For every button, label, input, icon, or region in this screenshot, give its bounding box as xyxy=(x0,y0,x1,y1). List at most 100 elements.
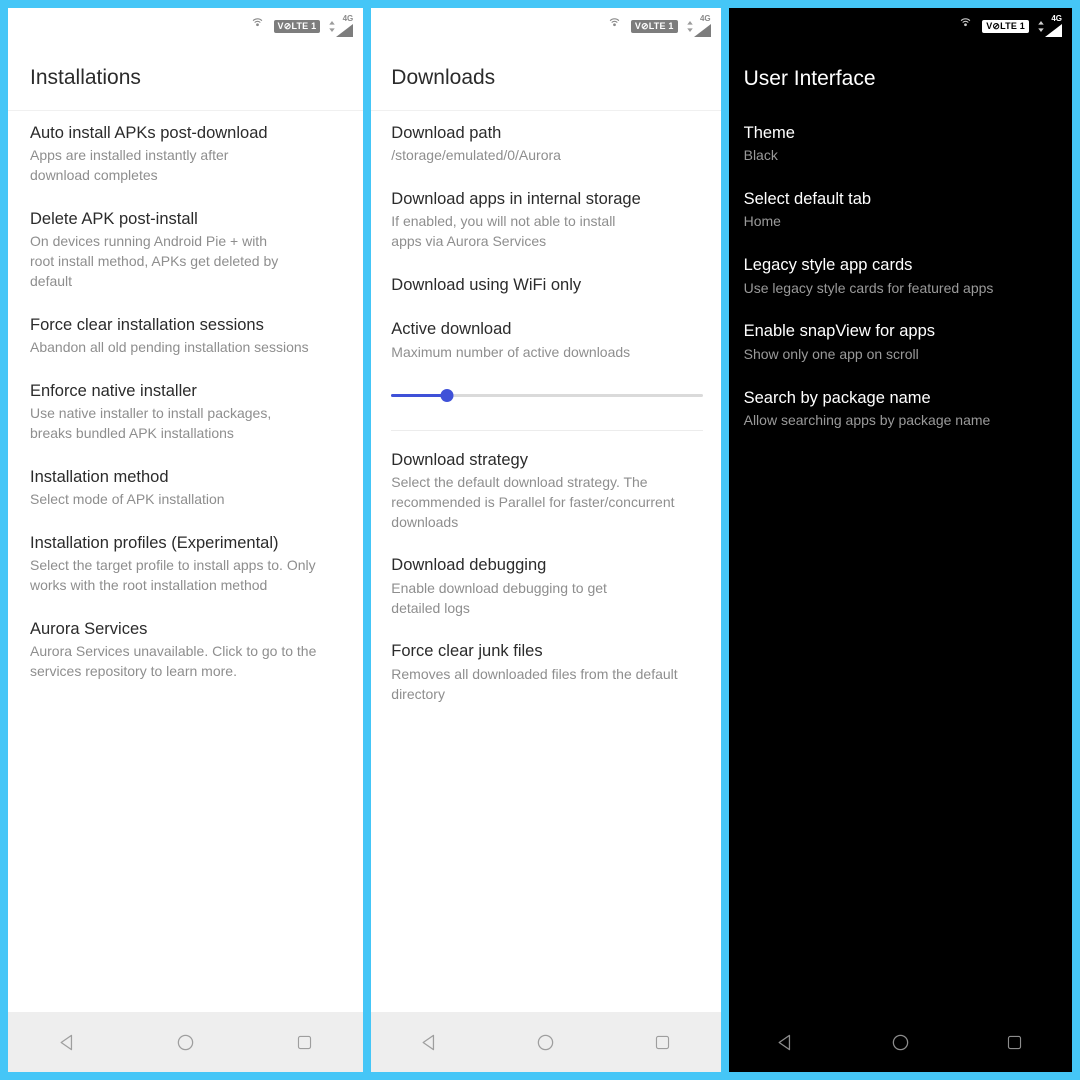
page-title-user-interface: User Interface xyxy=(743,67,876,90)
navigation-bar-user-interface xyxy=(728,1012,1072,1072)
slider-thumb[interactable] xyxy=(440,388,454,402)
list-item-title: Theme xyxy=(743,124,795,142)
signal-bars-icon xyxy=(1044,24,1062,37)
list-item-title: Search by package name xyxy=(743,388,931,407)
list-item-title: Aurora Services xyxy=(30,620,148,639)
cast-icon xyxy=(607,16,622,36)
list-item-subtitle: Show only one app on scroll xyxy=(743,345,919,362)
list-item-title: Download debugging xyxy=(391,556,547,575)
settings-list-user-interface: Theme Black Select default tab Home Lega… xyxy=(729,111,1072,1012)
slider-fill xyxy=(391,393,448,397)
list-item-title: Legacy style app cards xyxy=(743,256,913,275)
list-item-subtitle: Enable download debugging to get detaile… xyxy=(391,579,607,616)
list-item[interactable]: Download strategy Select the default dow… xyxy=(391,449,720,533)
list-item-subtitle: Maximum number of active downloads xyxy=(391,343,631,360)
list-item[interactable]: Legacy style app cards Use legacy style … xyxy=(744,254,1072,298)
settings-list-installations: Auto install APKs post-download Apps are… xyxy=(8,111,363,1012)
recents-icon[interactable] xyxy=(274,1012,334,1072)
volte-badge: V⊘LTE 1 xyxy=(273,19,321,33)
phone-panel-installations: V⊘LTE 1 4G Installations Auto install AP… xyxy=(8,0,364,1080)
volte-badge: V⊘LTE 1 xyxy=(982,19,1029,33)
list-item[interactable]: Aurora Services Aurora Services unavaila… xyxy=(30,618,363,682)
home-icon[interactable] xyxy=(156,1012,216,1072)
list-item-title: Download apps in internal storage xyxy=(391,190,641,209)
signal-indicator: 4G xyxy=(1038,15,1062,37)
list-item[interactable]: Download debugging Enable download debug… xyxy=(391,554,720,618)
list-item-subtitle: Select the default download strategy. Th… xyxy=(391,473,675,530)
list-item-title: Download using WiFi only xyxy=(391,276,582,295)
list-item[interactable]: Delete APK post-install On devices runni… xyxy=(30,208,363,292)
list-item-title: Select default tab xyxy=(743,190,872,209)
list-item-title: Installation method xyxy=(30,468,169,487)
list-item-title: Auto install APKs post-download xyxy=(30,124,268,142)
active-download-slider-row xyxy=(391,373,720,404)
list-item-title: Download strategy xyxy=(391,450,528,469)
list-item[interactable]: Download using WiFi only xyxy=(391,274,720,296)
list-item-title: Installation profiles (Experimental) xyxy=(30,534,279,553)
list-item-subtitle: If enabled, you will not able to install… xyxy=(391,213,616,250)
list-item-subtitle: Select mode of APK installation xyxy=(30,491,225,508)
list-item-title: Enable snapView for apps xyxy=(743,322,936,341)
back-icon[interactable] xyxy=(756,1012,816,1072)
list-item[interactable]: Force clear junk files Removes all downl… xyxy=(391,640,720,704)
phone-panel-user-interface: V⊘LTE 1 4G User Interface Theme Black Se… xyxy=(728,0,1080,1080)
list-item[interactable]: Installation method Select mode of APK i… xyxy=(30,466,363,510)
navigation-bar-downloads xyxy=(371,1012,721,1072)
list-item-subtitle: Select the target profile to install app… xyxy=(30,557,316,594)
list-item-subtitle: /storage/emulated/0/Aurora xyxy=(391,147,561,164)
status-bar-installations: V⊘LTE 1 4G xyxy=(8,8,364,44)
home-icon[interactable] xyxy=(516,1012,576,1072)
list-item[interactable]: Enforce native installer Use native inst… xyxy=(30,380,363,444)
phone-panel-downloads: V⊘LTE 1 4G Downloads Download path /stor… xyxy=(371,0,721,1080)
list-item-subtitle: Aurora Services unavailable. Click to go… xyxy=(30,643,317,680)
list-item-title: Force clear installation sessions xyxy=(30,315,264,334)
recents-icon[interactable] xyxy=(632,1012,692,1072)
home-icon[interactable] xyxy=(870,1012,930,1072)
back-icon[interactable] xyxy=(37,1012,97,1072)
list-item[interactable]: Theme Black xyxy=(744,122,1072,166)
data-transfer-arrows-icon xyxy=(686,20,693,32)
list-item[interactable]: Search by package name Allow searching a… xyxy=(744,387,1072,431)
list-item-title: Enforce native installer xyxy=(30,382,197,401)
list-item-title: Active download xyxy=(391,320,512,339)
recents-icon[interactable] xyxy=(985,1012,1045,1072)
list-item-title: Force clear junk files xyxy=(391,642,543,661)
screenshot-collage: V⊘LTE 1 4G Installations Auto install AP… xyxy=(0,0,1080,1080)
list-item-subtitle: Removes all downloaded files from the de… xyxy=(391,665,678,702)
list-item-subtitle: Allow searching apps by package name xyxy=(743,411,991,428)
network-generation-label: 4G xyxy=(699,14,711,23)
list-item[interactable]: Select default tab Home xyxy=(744,188,1072,232)
list-item-subtitle: On devices running Android Pie + with ro… xyxy=(30,233,279,290)
list-item-title: Delete APK post-install xyxy=(30,210,198,229)
settings-list-downloads: Download path /storage/emulated/0/Aurora… xyxy=(371,111,720,1012)
list-item[interactable]: Active download Maximum number of active… xyxy=(391,318,720,362)
page-title-installations: Installations xyxy=(8,44,364,111)
list-item-subtitle: Abandon all old pending installation ses… xyxy=(30,339,309,356)
list-item-subtitle: Use native installer to install packages… xyxy=(30,405,272,442)
cast-icon xyxy=(250,16,265,36)
list-item[interactable]: Installation profiles (Experimental) Sel… xyxy=(30,532,363,596)
list-item[interactable]: Download apps in internal storage If ena… xyxy=(391,188,720,252)
page-title-downloads: Downloads xyxy=(371,44,721,111)
network-generation-label: 4G xyxy=(342,14,354,23)
navigation-bar-installations xyxy=(8,1012,364,1072)
panel-divider xyxy=(720,0,729,1080)
list-item[interactable]: Download path /storage/emulated/0/Aurora xyxy=(391,122,720,166)
signal-indicator: 4G xyxy=(686,14,711,37)
status-bar-downloads: V⊘LTE 1 4G xyxy=(371,8,721,44)
list-item-subtitle: Home xyxy=(743,213,781,230)
panel-divider xyxy=(363,0,372,1080)
list-item[interactable]: Auto install APKs post-download Apps are… xyxy=(30,122,363,186)
data-transfer-arrows-icon xyxy=(1038,20,1044,32)
active-download-slider[interactable] xyxy=(391,386,703,404)
signal-indicator: 4G xyxy=(329,14,354,37)
signal-bars-icon xyxy=(336,24,354,37)
signal-bars-icon xyxy=(693,24,711,37)
back-icon[interactable] xyxy=(400,1012,460,1072)
cast-icon xyxy=(958,16,973,36)
list-item-subtitle: Black xyxy=(743,147,778,164)
list-item-title: Download path xyxy=(391,124,502,142)
list-item[interactable]: Force clear installation sessions Abando… xyxy=(30,314,363,358)
list-item[interactable]: Enable snapView for apps Show only one a… xyxy=(744,320,1072,364)
network-generation-label: 4G xyxy=(1051,14,1062,23)
